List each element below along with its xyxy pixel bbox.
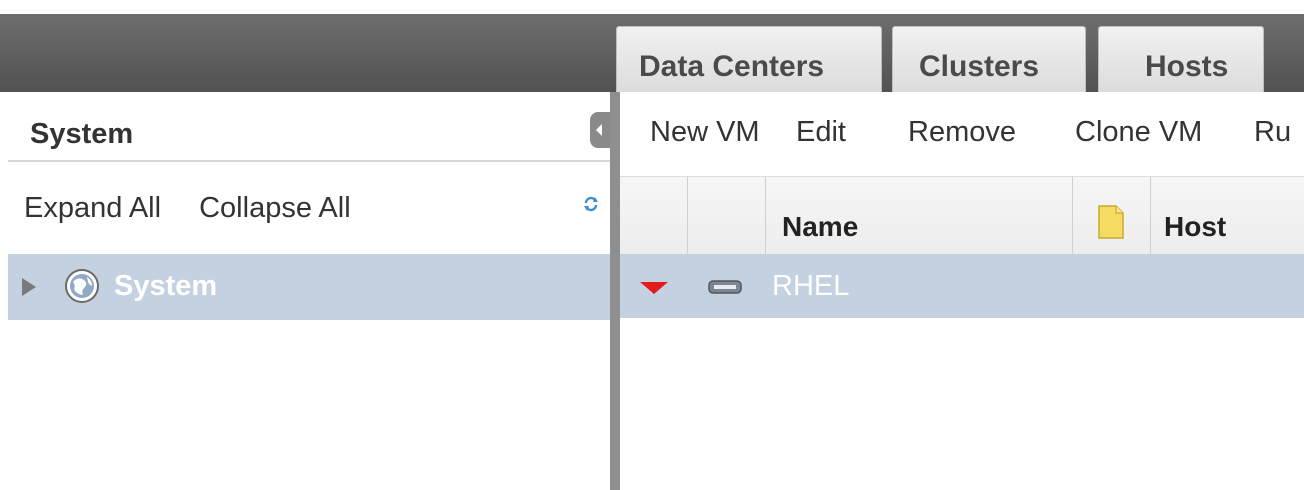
column-separator [1150, 177, 1151, 255]
tree-item-system[interactable]: System [8, 254, 610, 320]
column-separator [1072, 177, 1073, 255]
column-header-name[interactable]: Name [782, 211, 858, 243]
tab-clusters-label: Clusters [919, 50, 1040, 83]
arrow-down-icon [640, 282, 668, 294]
vm-list-panel: New VM Edit Remove Clone VM Ru Name Host [620, 92, 1304, 490]
tree-panel: System Expand All Collapse All System [0, 92, 610, 490]
app-window: Data Centers Clusters Hosts System Expan… [0, 0, 1304, 490]
note-icon[interactable] [1098, 205, 1124, 239]
remove-button[interactable]: Remove [908, 116, 1016, 149]
column-header-host[interactable]: Host [1164, 211, 1226, 243]
tab-hosts[interactable]: Hosts [1098, 26, 1264, 92]
tree-panel-title: System [30, 118, 134, 150]
grid-header: Name Host [620, 176, 1304, 255]
tree-actions: Expand All Collapse All [24, 192, 381, 225]
globe-icon [65, 269, 99, 303]
expand-arrow-icon[interactable] [22, 278, 36, 296]
tab-data-centers[interactable]: Data Centers [616, 26, 882, 92]
vm-name-cell: RHEL [772, 270, 850, 302]
table-row[interactable]: RHEL [620, 254, 1304, 318]
vm-icon [708, 280, 742, 294]
clone-vm-button[interactable]: Clone VM [1075, 116, 1202, 149]
run-button[interactable]: Ru [1254, 116, 1291, 149]
collapse-panel-button[interactable] [590, 112, 610, 148]
refresh-icon[interactable] [583, 196, 599, 212]
collapse-all-link[interactable]: Collapse All [199, 192, 351, 224]
panel-splitter[interactable] [610, 92, 620, 490]
column-separator [765, 177, 766, 255]
tab-clusters[interactable]: Clusters [892, 26, 1086, 92]
new-vm-button[interactable]: New VM [650, 116, 760, 149]
edit-button[interactable]: Edit [796, 116, 846, 149]
vm-toolbar: New VM Edit Remove Clone VM Ru [620, 92, 1304, 176]
expand-all-link[interactable]: Expand All [24, 192, 161, 224]
tree-item-label: System [114, 270, 218, 302]
tab-data-centers-label: Data Centers [639, 50, 825, 83]
tree-panel-header: System [8, 100, 610, 162]
column-separator [687, 177, 688, 255]
tab-hosts-label: Hosts [1145, 50, 1229, 83]
